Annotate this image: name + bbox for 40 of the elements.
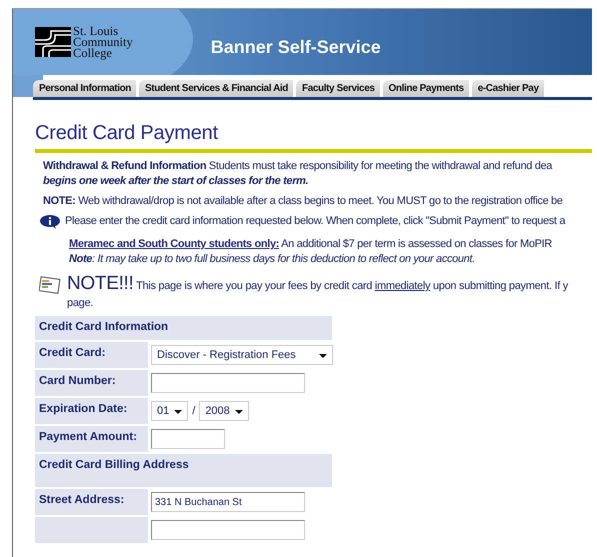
- field-label: Credit Card:: [35, 342, 148, 368]
- year-select[interactable]: 2008: [199, 401, 249, 421]
- nav-tab[interactable]: e-Cashier Pay: [472, 80, 544, 97]
- input-field[interactable]: [151, 429, 225, 449]
- notice-text: Please enter the credit card information requested below. When complete, click "Submit Payment" to request a: [65, 214, 566, 229]
- field-label: Payment Amount:: [35, 426, 148, 452]
- field-label: Card Number:: [35, 370, 148, 396]
- info-icon: [39, 214, 61, 228]
- notice-text: NOTE: Web withdrawal/drop is not available after a class begins to meet. You MUST go to the registration office be: [43, 194, 564, 209]
- date-separator: /: [192, 405, 196, 417]
- section-header: Credit Card Information: [35, 316, 332, 340]
- notice-text: Withdrawal & Refund Information Students must take responsibility for meeting the withdrawal and refund dea: [43, 159, 554, 174]
- notice-text: NOTE!!!This page is where you pay your fees by credit card immediately upon submitting payment. If y page.: [67, 275, 568, 311]
- page-title: Credit Card Payment: [35, 122, 219, 145]
- nav-tab[interactable]: Student Services & Financial Aid: [139, 80, 293, 97]
- input-field[interactable]: [151, 520, 305, 540]
- logo-text: St. Louis: [73, 26, 120, 36]
- month-select[interactable]: 01: [151, 401, 188, 421]
- caret-icon: [234, 410, 243, 414]
- notice-text: Meramec and South County students only: An additional $7 per term is assessed on classes for MoPIR: [69, 237, 553, 252]
- input-field[interactable]: [151, 373, 305, 393]
- nav-tab[interactable]: Personal Information: [33, 80, 136, 97]
- info-link[interactable]: Meramec and South County students only:: [69, 238, 280, 250]
- card-icon: [39, 275, 61, 295]
- input-field[interactable]: 331 N Buchanan St: [151, 492, 305, 512]
- logo-text: Community: [73, 36, 133, 48]
- notice-text: begins one week after the start of classes for the term.: [43, 174, 310, 189]
- nav-tab[interactable]: Online Payments: [382, 80, 469, 97]
- notice-text: Note: It may take up to two full business days for this deduction to reflect on your account.: [69, 252, 476, 267]
- app-title: Banner Self-Service: [210, 36, 381, 58]
- college-logo-icon: [35, 27, 71, 57]
- field-label: Street Address:: [35, 489, 148, 515]
- card-select[interactable]: Discover - Registration Fees: [151, 345, 333, 365]
- immediately-link[interactable]: immediately: [374, 280, 430, 292]
- caret-icon: [174, 410, 182, 414]
- nav-tab[interactable]: Faculty Services: [296, 80, 380, 97]
- logo-text: College: [73, 48, 112, 58]
- section-header: Credit Card Billing Address: [35, 454, 332, 487]
- caret-icon: [319, 354, 327, 358]
- field-label: Expiration Date:: [35, 398, 148, 424]
